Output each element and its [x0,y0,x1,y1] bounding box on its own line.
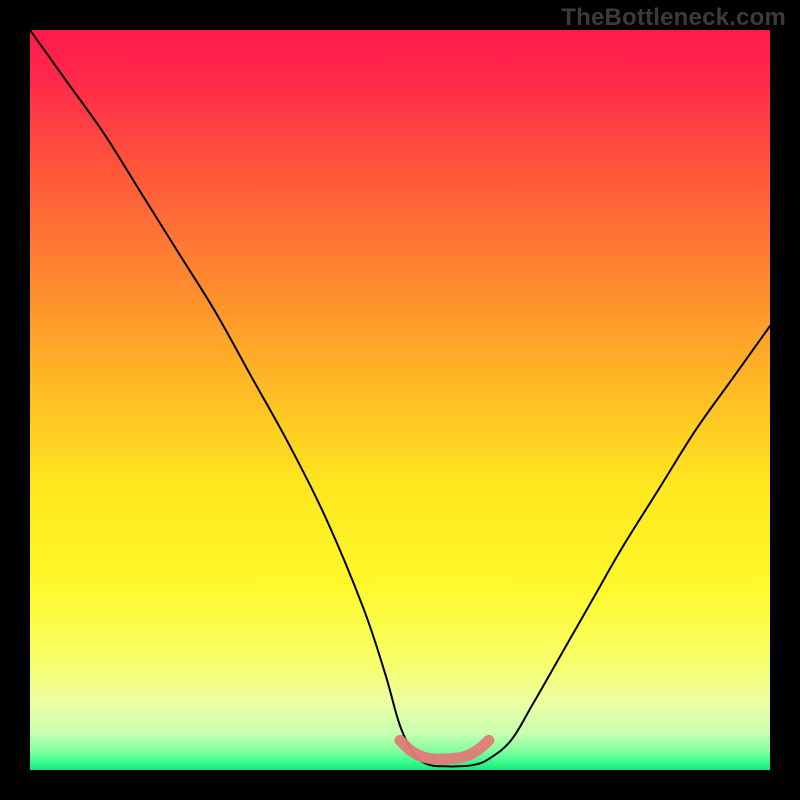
plot-area [30,30,770,770]
bottleneck-chart [30,30,770,770]
watermark-text: TheBottleneck.com [561,4,786,32]
gradient-background [30,30,770,770]
chart-frame: TheBottleneck.com [0,0,800,800]
